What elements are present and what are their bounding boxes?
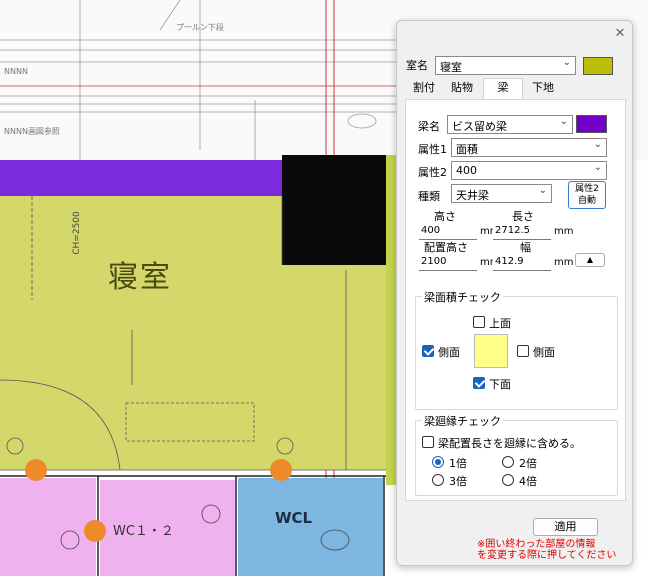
chevron-down-icon: ⌄ (562, 57, 571, 68)
attr1-label: 属性1 (418, 143, 447, 156)
attr2-auto-line1: 属性2 (575, 184, 599, 194)
room-name-value: 寝室 (440, 61, 462, 74)
beam-name-select[interactable]: ビス留め梁 ⌄ (447, 115, 573, 134)
attr2-label: 属性2 (418, 166, 447, 179)
beam-band (0, 160, 282, 196)
bottom-face-label: 下面 (489, 378, 511, 391)
top-face-checkbox[interactable] (473, 316, 485, 328)
bedroom-area (0, 196, 282, 470)
apply-button[interactable]: 適用 (533, 518, 598, 536)
left-face-label: 側面 (438, 346, 460, 359)
width-unit: mm (554, 257, 574, 268)
multiplier-4x-radio[interactable] (502, 474, 514, 486)
attr2-value: 400 (456, 164, 477, 177)
beam-type-label: 種類 (418, 190, 440, 203)
beam-name-label: 梁名 (418, 120, 440, 133)
beam-color-swatch[interactable] (576, 115, 607, 133)
svg-text:プ一ルン下段: プ一ルン下段 (176, 22, 224, 32)
left-face-checkbox[interactable] (422, 345, 434, 357)
multiplier-2x-radio[interactable] (502, 456, 514, 468)
area-check-group: 梁面積チェック 上面 側面 側面 下面 (415, 289, 618, 410)
right-face-label: 側面 (533, 346, 555, 359)
chevron-down-icon: ⌄ (559, 116, 568, 127)
chevron-down-icon: ⌄ (593, 162, 602, 173)
beam-type-select[interactable]: 天井梁 ⌄ (451, 184, 552, 203)
attr1-value: 面積 (456, 143, 478, 156)
beam-tab-panel: 梁名 ビス留め梁 ⌄ 属性1 面積 ⌄ 属性2 400 ⌄ 種類 天井梁 ⌄ 属… (405, 99, 626, 501)
apply-note-line2: を変更する際に押してください (477, 550, 617, 561)
room-properties-dialog: ✕ 室名 寝室 ⌄ 割付 貼物 梁 下地 梁名 ビス留め梁 ⌄ 属性1 面積 ⌄… (396, 20, 633, 566)
wcl-label: WCL (275, 509, 313, 527)
multiplier-3x-radio[interactable] (432, 474, 444, 486)
area-check-title: 梁面積チェック (422, 289, 503, 305)
room-color-swatch[interactable] (583, 57, 613, 75)
marker-dot (25, 459, 47, 481)
multiplier-1x-radio[interactable] (432, 456, 444, 468)
chevron-down-icon: ⌄ (593, 139, 602, 150)
include-length-label: 梁配置長さを廻縁に含める。 (438, 437, 581, 450)
height-input[interactable] (419, 222, 477, 240)
tab-beam[interactable]: 梁 (483, 78, 523, 100)
attr2-select[interactable]: 400 ⌄ (451, 161, 607, 180)
beam-name-value: ビス留め梁 (452, 120, 507, 133)
room-name-field-label: 室名 (406, 59, 428, 72)
include-length-checkbox[interactable] (422, 436, 434, 448)
close-icon[interactable]: ✕ (613, 27, 627, 41)
perimeter-check-group: 梁廻縁チェック 梁配置長さを廻縁に含める。 1倍 2倍 3倍 4倍 (415, 413, 618, 496)
chevron-down-icon: ⌄ (538, 185, 547, 196)
beam-face-preview (474, 334, 508, 368)
beam-type-value: 天井梁 (456, 189, 489, 202)
length-unit: mm (554, 226, 574, 237)
multiplier-3x-label: 3倍 (449, 475, 467, 488)
marker-dot (84, 520, 106, 542)
room-name-label: 寝室 (108, 260, 172, 295)
right-face-checkbox[interactable] (517, 345, 529, 357)
top-face-label: 上面 (489, 317, 511, 330)
perimeter-check-title: 梁廻縁チェック (422, 413, 503, 429)
multiplier-4x-label: 4倍 (519, 475, 537, 488)
wcl-area (238, 478, 383, 576)
tab-finish[interactable]: 貼物 (445, 79, 479, 99)
marker-dot (270, 459, 292, 481)
length-input[interactable] (493, 222, 551, 240)
attr2-auto-line2: 自動 (577, 196, 596, 206)
room-name-select[interactable]: 寝室 ⌄ (435, 56, 576, 75)
attr2-auto-button[interactable]: 属性2 自動 (568, 181, 606, 209)
wc12-label: WC１・２ (113, 524, 174, 539)
tab-substrate[interactable]: 下地 (525, 79, 561, 99)
multiplier-2x-label: 2倍 (519, 457, 537, 470)
multiplier-1x-label: 1倍 (449, 457, 467, 470)
attr1-select[interactable]: 面積 ⌄ (451, 138, 607, 157)
svg-text:NNNN画図参照: NNNN画図参照 (4, 126, 60, 136)
tab-layout[interactable]: 割付 (407, 79, 441, 99)
bottom-face-checkbox[interactable] (473, 377, 485, 389)
apply-note-line1: ※囲い終わった部屋の情報 (477, 539, 596, 550)
svg-text:NNNN: NNNN (4, 67, 28, 76)
ceiling-height-label: CH=2500 (71, 211, 82, 255)
place-height-input[interactable] (419, 253, 477, 271)
up-arrow-button[interactable]: ▲ (575, 253, 605, 267)
width-input[interactable] (493, 253, 551, 271)
